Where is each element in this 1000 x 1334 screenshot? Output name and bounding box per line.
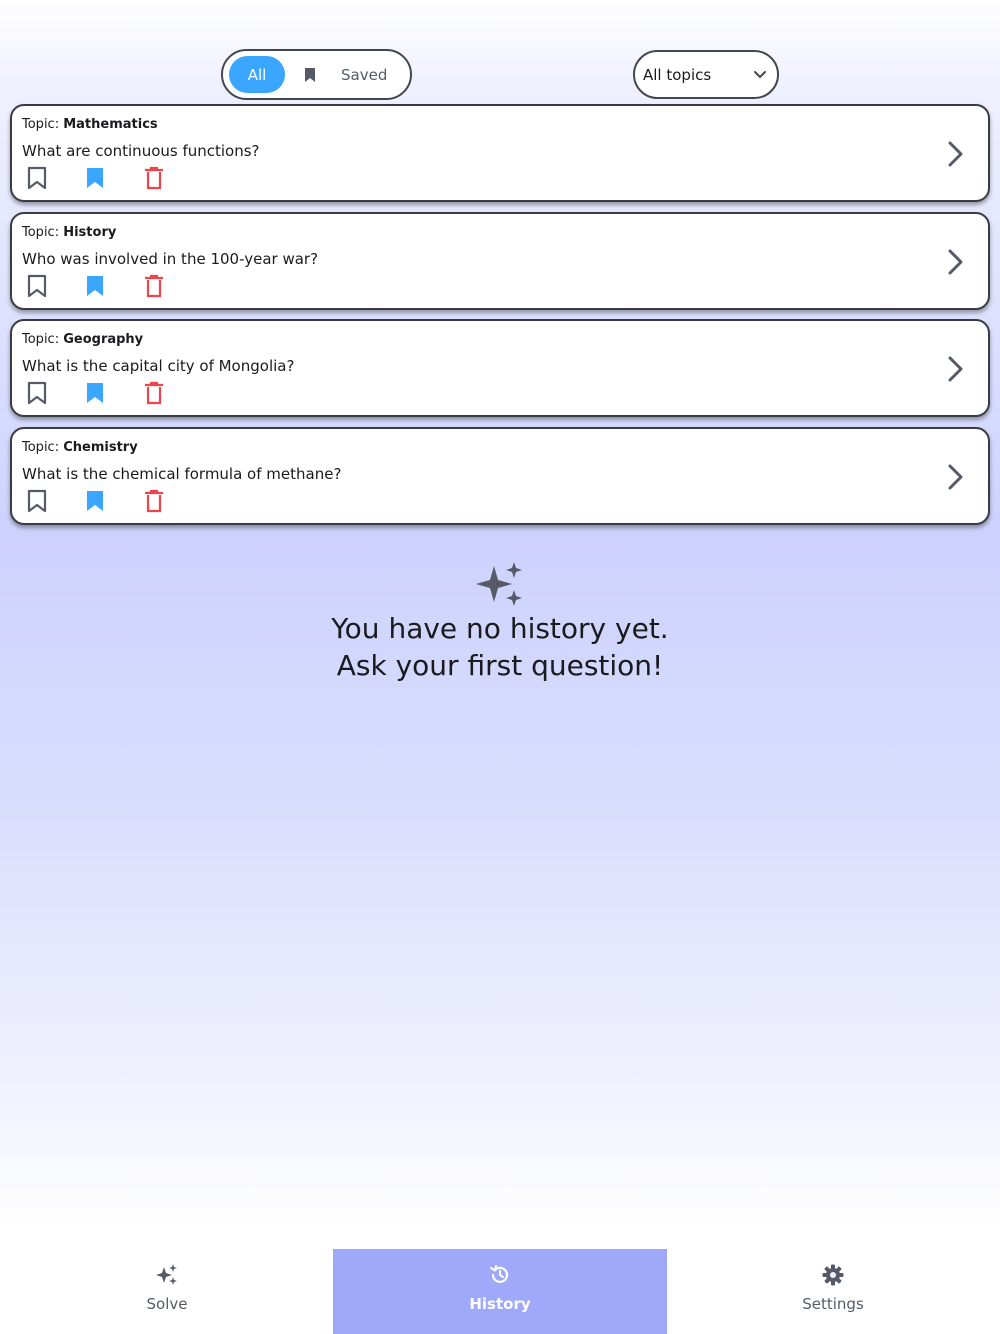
empty-state-line-1: You have no history yet. (331, 612, 669, 645)
history-card[interactable]: Topic: History Who was involved in the 1… (10, 211, 990, 310)
history-list: Topic: Mathematics What are continuous f… (10, 104, 990, 534)
topic-line: Topic: Mathematics (22, 117, 158, 132)
topic-name: Chemistry (63, 439, 138, 455)
history-card[interactable]: Topic: Geography What is the capital cit… (10, 319, 990, 417)
bottom-nav: Solve History Settings (0, 1249, 1000, 1334)
chevron-right-icon[interactable] (944, 140, 966, 168)
topic-prefix: Topic: (22, 332, 60, 347)
bookmark-filled-icon[interactable] (84, 381, 106, 409)
bookmark-outline-icon[interactable] (26, 489, 48, 517)
question-text: What is the capital city of Mongolia? (22, 357, 295, 375)
bookmark-filled-icon[interactable] (84, 274, 106, 302)
filter-saved-label: Saved (341, 65, 388, 84)
empty-state-line-2: Ask your first question! (336, 649, 664, 682)
trash-icon[interactable] (143, 274, 165, 302)
filter-all-button[interactable]: All (229, 56, 285, 93)
topic-line: Topic: History (22, 225, 116, 240)
history-card[interactable]: Topic: Mathematics What are continuous f… (10, 104, 990, 202)
nav-solve[interactable]: Solve (0, 1249, 334, 1334)
gear-icon (822, 1264, 844, 1286)
topic-select[interactable]: All topics (633, 50, 779, 99)
chevron-down-icon (754, 71, 766, 79)
nav-settings[interactable]: Settings (666, 1249, 1000, 1334)
trash-icon[interactable] (143, 381, 165, 409)
history-icon (490, 1265, 509, 1283)
bookmark-outline-icon[interactable] (26, 166, 48, 194)
topic-name: Mathematics (63, 117, 158, 132)
topic-select-value: All topics (643, 65, 712, 84)
nav-solve-label: Solve (146, 1295, 188, 1313)
bookmark-icon (305, 67, 315, 82)
chevron-right-icon[interactable] (944, 355, 966, 383)
question-text: What are continuous functions? (22, 142, 260, 160)
topic-prefix: Topic: (22, 224, 60, 240)
nav-history-label: History (469, 1295, 531, 1313)
topic-prefix: Topic: (22, 439, 60, 455)
chevron-right-icon[interactable] (944, 463, 966, 491)
bookmark-filled-icon[interactable] (84, 489, 106, 517)
topic-line: Topic: Chemistry (22, 440, 138, 455)
filter-saved-button[interactable]: Saved (303, 66, 387, 84)
filter-toggle: All Saved (221, 49, 412, 100)
topic-line: Topic: Geography (22, 332, 143, 347)
question-text: Who was involved in the 100-year war? (22, 249, 319, 268)
sparkles-icon (156, 1264, 177, 1285)
chevron-right-icon[interactable] (944, 248, 966, 276)
topic-prefix: Topic: (22, 117, 60, 132)
sparkles-icon (476, 562, 522, 606)
trash-icon[interactable] (143, 166, 165, 194)
trash-icon[interactable] (143, 489, 165, 517)
nav-history[interactable]: History (333, 1249, 667, 1334)
question-text: What is the chemical formula of methane? (22, 464, 342, 483)
topic-name: Geography (63, 332, 144, 347)
bookmark-outline-icon[interactable] (26, 381, 48, 409)
nav-settings-label: Settings (802, 1295, 864, 1313)
bookmark-outline-icon[interactable] (26, 274, 48, 302)
topic-name: History (63, 224, 117, 240)
bookmark-filled-icon[interactable] (84, 166, 106, 194)
history-card[interactable]: Topic: Chemistry What is the chemical fo… (10, 426, 990, 525)
